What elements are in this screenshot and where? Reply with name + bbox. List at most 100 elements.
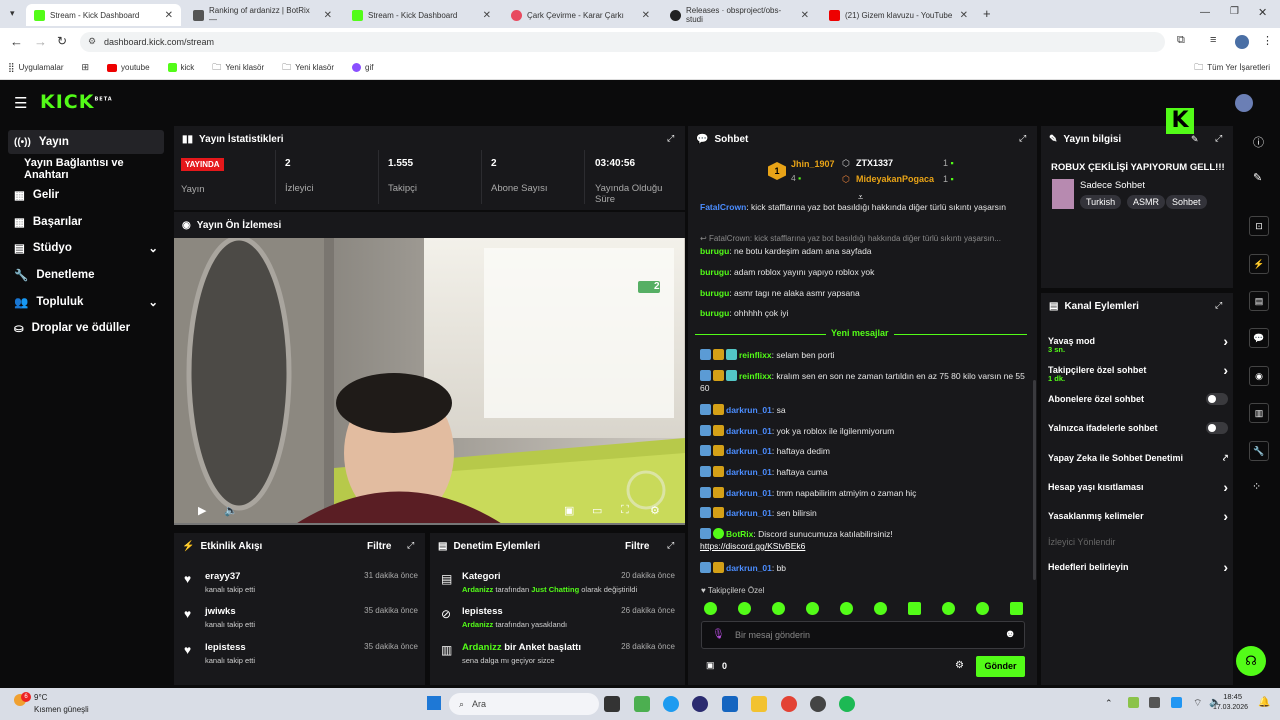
bookmark-folder[interactable]: 🗀 Yeni klasör [212,60,264,76]
chat-username[interactable]: burugu [700,288,729,298]
points-icon[interactable]: ▣ [706,660,715,671]
obs-icon[interactable] [692,696,708,712]
edit-icon[interactable]: ✎ [1191,134,1199,145]
bookmark-kick[interactable]: kick [167,63,194,72]
emotes-only-row[interactable]: Yalnızca ifadelerle sohbet [1048,417,1228,439]
rail-button-chat-icon[interactable]: 💬 [1249,328,1269,348]
chat-username[interactable]: reinflixx [739,350,772,360]
emote-icon[interactable] [738,602,751,615]
chat-scrollbar[interactable] [1033,380,1036,580]
help-support-icon[interactable]: ☊ [1236,646,1266,676]
reading-list-icon[interactable]: ≡ [1210,34,1216,46]
expand-icon[interactable]: ⤢ [1215,133,1225,143]
send-button[interactable]: Gönder [976,656,1025,677]
bookmark-gif[interactable]: gif [352,63,373,72]
browser-tab[interactable]: Releases · obsproject/obs-studi ✕ [662,4,817,26]
chat-username[interactable]: darkrun_01 [726,446,772,456]
fullscreen-icon[interactable]: ⛶ [621,504,629,517]
sidebar-item-achievements[interactable]: ▦ Başarılar [8,210,164,234]
emote-icon[interactable] [772,602,785,615]
rail-button-wrench-icon[interactable]: 🔧 [1249,441,1269,461]
close-tab-icon[interactable]: ✕ [960,10,968,21]
profile-avatar[interactable] [1235,35,1249,49]
expand-icon[interactable]: ⤢ [667,133,677,143]
info-circle-icon[interactable]: ⓘ [1253,134,1264,150]
minimize-icon[interactable]: — [1200,7,1210,18]
chat-username[interactable]: darkrun_01 [726,426,772,436]
video-player[interactable]: 2 ▶ 🔈 ▣ ▭ ⛶ ⚙ [174,238,685,525]
close-tab-icon[interactable]: ✕ [801,10,809,21]
notifications-icon[interactable]: 🔔 [1258,697,1270,708]
wifi-icon[interactable]: ⌔ [1193,697,1202,710]
emote-icon[interactable] [942,602,955,615]
sidebar-item-moderation[interactable]: 🔧 Denetleme [8,263,164,287]
sidebar-item-drops[interactable]: ⛀ Droplar ve ödüller [8,316,164,340]
browser-menu-icon[interactable]: ⋮ [1262,34,1273,47]
close-tab-icon[interactable]: ✕ [642,10,650,21]
expand-icon[interactable]: ⤢ [1215,300,1225,310]
chat-username[interactable]: darkrun_01 [726,488,772,498]
app-icon[interactable] [810,696,826,712]
browser-tab[interactable]: Ranking of ardanizz | BotRix — ✕ [185,4,340,26]
filter-button[interactable]: Filtre [367,541,391,552]
category-name[interactable]: Sadece Sohbet [1080,180,1145,191]
tray-chevron-icon[interactable]: ⌃ [1105,698,1113,709]
rail-button-stack-icon[interactable]: ▥ [1249,403,1269,423]
chat-username[interactable]: BotRix [726,529,753,539]
chat-username[interactable]: darkrun_01 [726,405,772,415]
chat-username[interactable]: darkrun_01 [726,508,772,518]
leader-name[interactable]: ZTX1337 [856,158,893,168]
slow-mode-row[interactable]: Yavaş mod 3 sn. › [1048,330,1228,354]
task-view-icon[interactable] [604,696,620,712]
chat-link[interactable]: https://discord.gg/KStvBEk6 [700,541,805,551]
sidebar-item-stream-key[interactable]: Yayın Bağlantısı ve Anahtarı [18,157,168,181]
taskbar-search[interactable]: ⌕ Ara [449,693,599,715]
forward-icon[interactable]: → [34,34,47,49]
sidebar-item-community[interactable]: 👥 Topluluk ⌄ [8,290,164,314]
chat-username[interactable]: FatalCrown [700,202,746,212]
emotes-only-toggle[interactable] [1206,422,1228,434]
chat-username[interactable]: burugu [700,308,729,318]
set-goals-row[interactable]: Hedefleri belirleyin › [1048,556,1228,578]
close-tab-icon[interactable]: ✕ [483,10,491,21]
rail-button-screen-icon[interactable]: ⊡ [1249,216,1269,236]
new-tab-icon[interactable]: + [983,6,991,21]
banned-words-row[interactable]: Yasaklanmış kelimeler › [1048,505,1228,527]
chat-username[interactable]: burugu [700,267,729,277]
close-tab-icon[interactable]: ✕ [324,10,332,21]
tray-app-icon[interactable] [1128,697,1139,708]
bookmark-folder[interactable]: 🗀 Yeni klasör [282,60,334,76]
rail-button-list-icon[interactable]: ▤ [1249,291,1269,311]
bookmark-grid[interactable]: ⊞ [82,62,90,73]
chat-username[interactable]: darkrun_01 [726,467,772,477]
rail-button-bolt-icon[interactable]: ⚡ [1249,254,1269,274]
followers-only-row[interactable]: Takipçilere özel sohbet 1 dk. › [1048,359,1228,383]
tag-chip[interactable]: Turkish [1080,195,1122,209]
clock-date[interactable]: 17.03.2026 [1212,704,1248,711]
close-tab-icon[interactable]: ✕ [165,10,173,21]
chat-input[interactable]: 🎙 Bir mesaj gönderin ☻ [701,621,1025,649]
store-icon[interactable] [722,696,738,712]
kick-logo[interactable]: KICKBETA [40,91,113,113]
chat-username[interactable]: burugu [700,246,729,256]
ai-moderation-row[interactable]: Yapay Zeka ile Sohbet Denetimi ⤤ [1048,447,1228,469]
extensions-icon[interactable]: ⧉ [1177,34,1185,47]
browser-tab[interactable]: Stream - Kick Dashboard ✕ [26,4,181,26]
emoji-icon[interactable]: ☻ [1004,628,1016,640]
tray-app-icon[interactable] [1149,697,1160,708]
edge-icon[interactable] [663,696,679,712]
leader-name[interactable]: MideyakanPogaca [856,174,934,184]
chat-username[interactable]: reinflixx [739,371,772,381]
maximize-icon[interactable]: ❐ [1230,6,1239,17]
tag-chip[interactable]: Sohbet [1166,195,1207,209]
rail-button-broadcast-icon[interactable]: ◉ [1249,366,1269,386]
emote-icon[interactable] [874,602,887,615]
sidebar-item-revenue[interactable]: ▦ Gelir [8,183,164,207]
emote-icon[interactable] [976,602,989,615]
browser-tab[interactable]: (21) Gizem klavuzu - YouTube ✕ [821,4,976,26]
tag-chip[interactable]: ASMR [1127,195,1166,209]
browser-tab[interactable]: Stream - Kick Dashboard ✕ [344,4,499,26]
browser-tab[interactable]: Çark Çevirme - Karar Çarkı ✕ [503,4,658,26]
tab-search-icon[interactable]: ▾ [10,8,15,19]
clock-time[interactable]: 18:45 [1218,692,1242,701]
